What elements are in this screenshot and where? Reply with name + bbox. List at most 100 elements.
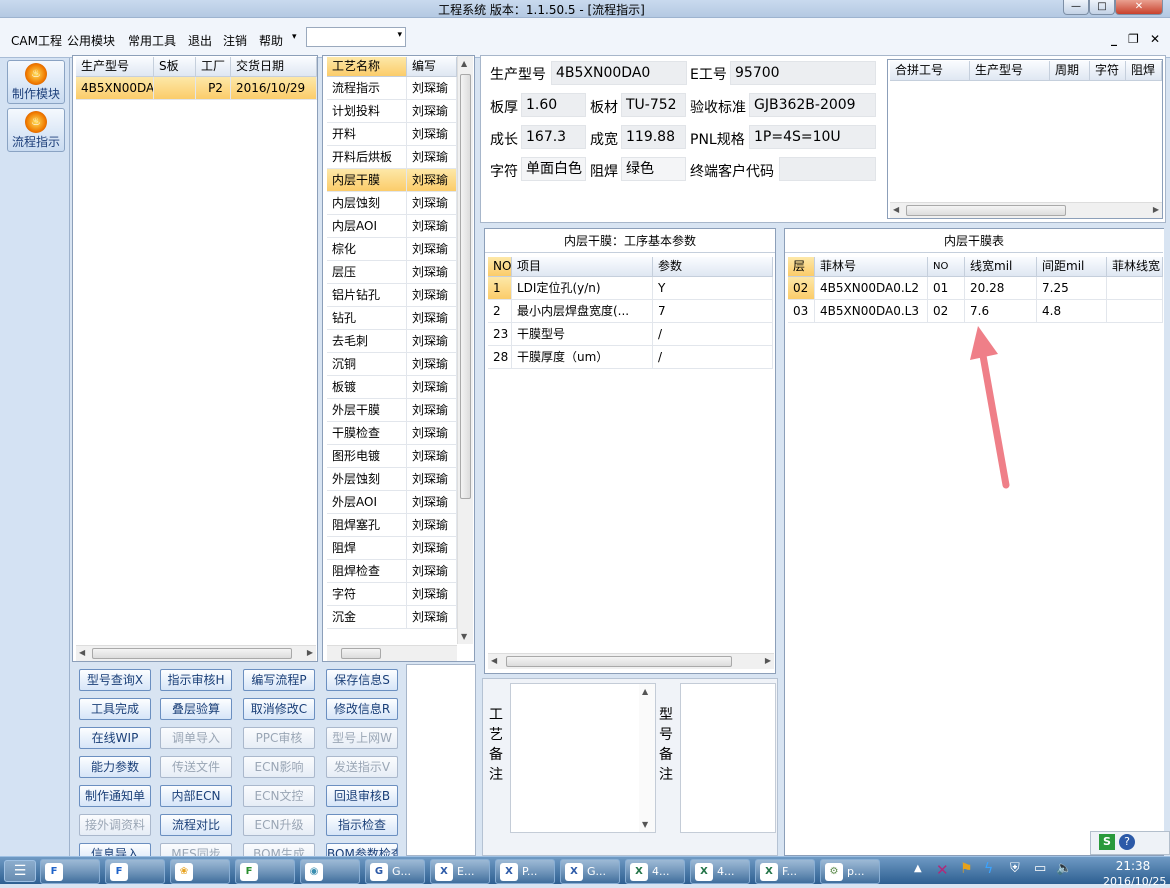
ime-toolbar[interactable]: S ? [1090,831,1170,855]
menu-help[interactable]: 帮助 [259,32,283,49]
start-menu-icon[interactable]: ☰ [4,860,36,882]
film-cell[interactable]: 4.8 [1037,300,1107,323]
process-author-cell[interactable]: 刘琛瑜 [407,376,457,399]
process-name-cell[interactable]: 流程指示 [327,77,407,100]
taskbar-item[interactable]: X P... [495,859,555,884]
action-button[interactable]: 保存信息S [326,669,398,691]
notes-vscrollbar[interactable]: ▲ ▼ [639,684,655,832]
params-cell[interactable]: 最小内层焊盘宽度(... [512,300,653,323]
action-button[interactable]: 型号查询X [79,669,151,691]
process-author-cell[interactable]: 刘琛瑜 [407,422,457,445]
params-cell[interactable]: 干膜厚度（um） [512,346,653,369]
action-button[interactable]: PPC审核 [243,727,315,749]
film-cell[interactable]: 4B5XN00DA0.L3 [815,300,928,323]
scroll-thumb[interactable] [906,205,1066,216]
scroll-thumb[interactable] [506,656,732,667]
mdi-close-button[interactable]: ✕ [1150,32,1160,46]
process-author-cell[interactable]: 刘琛瑜 [407,261,457,284]
process-name-cell[interactable]: 开料 [327,123,407,146]
menu-common-tools[interactable]: 常用工具 [128,32,176,49]
orders-cell[interactable]: 2016/10/29 [231,77,317,100]
merge-header[interactable]: 阻焊 [1126,61,1162,81]
process-vscrollbar[interactable]: ▲ ▼ [457,56,473,644]
menu-exit[interactable]: 退出 [188,32,212,49]
film-cell[interactable] [1107,300,1163,323]
process-name-cell[interactable]: 阻焊检查 [327,560,407,583]
width-field[interactable]: 119.88 [621,125,686,149]
action-button[interactable]: 修改信息R [326,698,398,720]
tray-network-icon[interactable]: ϟ [984,861,993,877]
tray-monitor-icon[interactable]: ▭ [1034,861,1046,876]
orders-hscrollbar[interactable]: ◀ ▶ [76,645,316,661]
params-cell[interactable]: 干膜型号 [512,323,653,346]
orders-cell[interactable] [154,77,196,100]
film-cell[interactable]: 02 [788,277,815,300]
menu-cam[interactable]: CAM工程 [11,32,62,49]
process-author-cell[interactable]: 刘琛瑜 [407,537,457,560]
menu-logout[interactable]: 注销 [223,32,247,49]
film-header[interactable]: 线宽mil [965,257,1037,277]
material-field[interactable]: TU-752 [621,93,686,117]
process-name-cell[interactable]: 开料后烘板 [327,146,407,169]
process-notes-textarea[interactable]: ▲ ▼ [510,683,656,833]
process-header[interactable]: 工艺名称 [327,57,407,77]
merge-header[interactable]: 字符 [1090,61,1126,81]
scroll-thumb[interactable] [341,648,381,659]
process-name-cell[interactable]: 去毛刺 [327,330,407,353]
character-field[interactable]: 单面白色 [521,157,586,181]
process-author-cell[interactable]: 刘琛瑜 [407,100,457,123]
mask-field[interactable]: 绿色 [621,157,686,181]
process-author-cell[interactable]: 刘琛瑜 [407,192,457,215]
tray-flag-icon[interactable]: ⚑ [960,861,973,877]
action-button[interactable]: 指示审核H [160,669,232,691]
merge-header[interactable]: 合拼工号 [890,61,970,81]
film-cell[interactable]: 7.25 [1037,277,1107,300]
params-cell[interactable]: 1 [488,277,512,300]
film-header[interactable]: 菲林号 [815,257,928,277]
scroll-thumb[interactable] [92,648,292,659]
mdi-minimize-button[interactable]: _ [1111,32,1117,46]
process-author-cell[interactable]: 刘琛瑜 [407,77,457,100]
action-button[interactable]: 能力参数 [79,756,151,778]
film-cell[interactable]: 20.28 [965,277,1037,300]
pnl-field[interactable]: 1P=4S=10U [749,125,876,149]
volume-icon[interactable]: 🔈 [1056,861,1072,876]
process-name-cell[interactable]: 层压 [327,261,407,284]
taskbar-item[interactable]: X 4... [625,859,685,884]
taskbar-item[interactable]: X F... [755,859,815,884]
taskbar-item[interactable]: X G... [560,859,620,884]
params-cell[interactable]: 2 [488,300,512,323]
help-icon[interactable]: ? [1119,834,1135,850]
film-header[interactable]: NO [928,257,965,277]
orders-cell[interactable]: P2 [196,77,231,100]
process-name-cell[interactable]: 图形电镀 [327,445,407,468]
minimize-button[interactable]: — [1063,0,1089,15]
process-name-cell[interactable]: 外层干膜 [327,399,407,422]
model-notes-textarea[interactable] [680,683,776,833]
standard-field[interactable]: GJB362B-2009 [749,93,876,117]
tray-shield-icon[interactable]: ⛨ [1010,861,1020,876]
process-author-cell[interactable]: 刘琛瑜 [407,284,457,307]
process-author-cell[interactable]: 刘琛瑜 [407,399,457,422]
action-button[interactable]: 叠层验算 [160,698,232,720]
orders-header[interactable]: 交货日期 [231,57,317,77]
film-cell[interactable]: 4B5XN00DA0.L2 [815,277,928,300]
params-cell[interactable]: / [653,323,773,346]
action-button[interactable]: 型号上网W [326,727,398,749]
scroll-thumb[interactable] [460,74,471,499]
sogou-ime-icon[interactable]: S [1099,834,1115,850]
params-cell[interactable]: 23 [488,323,512,346]
process-header[interactable]: 编写 [407,57,457,77]
orders-cell[interactable]: 4B5XN00DA0 [76,77,154,100]
tray-app-icon[interactable]: ✕ [936,861,949,879]
taskbar-item[interactable]: ❀ [170,859,230,884]
close-button[interactable]: ✕ [1115,0,1163,15]
action-button[interactable]: ECN影响 [243,756,315,778]
process-name-cell[interactable]: 阻焊塞孔 [327,514,407,537]
params-header[interactable]: 参数 [653,257,773,277]
action-button[interactable]: 指示检查 [326,814,398,836]
process-author-cell[interactable]: 刘琛瑜 [407,238,457,261]
menu-more-icon[interactable]: ▾ [292,32,297,42]
taskbar-item[interactable]: G G... [365,859,425,884]
process-author-cell[interactable]: 刘琛瑜 [407,560,457,583]
